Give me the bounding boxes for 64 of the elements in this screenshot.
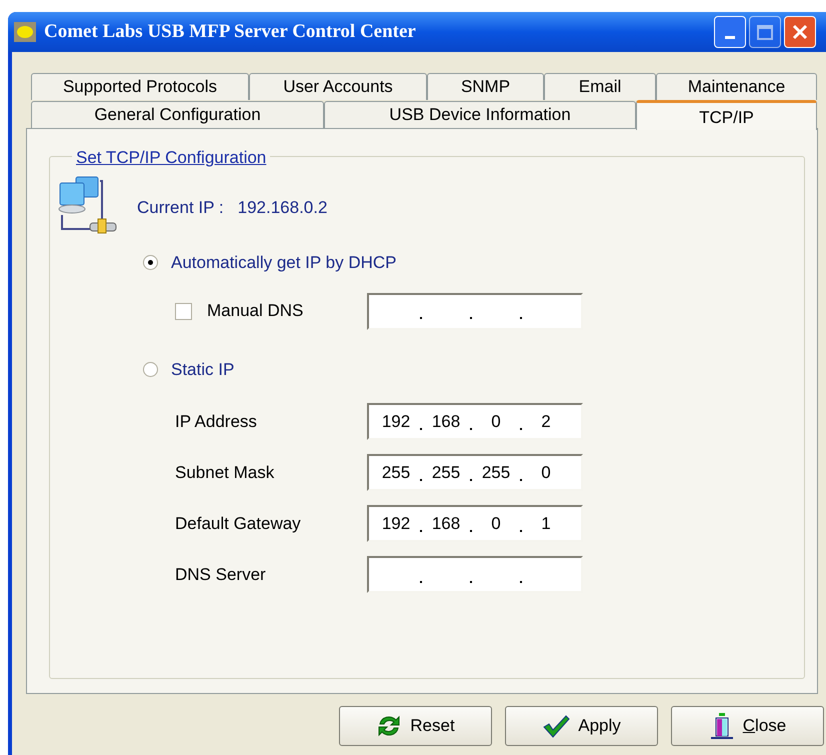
octet-value: 2 [540, 410, 552, 433]
octet-value: 255 [430, 462, 462, 484]
window-title: Comet Labs USB MFP Server Control Center [44, 20, 416, 44]
octet-value: 192 [380, 410, 412, 433]
dot-separator-icon [520, 580, 522, 582]
octet-value: 0 [490, 512, 502, 535]
octet-value: 192 [380, 512, 412, 535]
field-label: Default Gateway [175, 512, 302, 535]
octet-value: 168 [430, 512, 462, 535]
tab[interactable]: USB Device Information [324, 101, 636, 128]
radio-button[interactable] [143, 362, 158, 377]
manual-dns-checkbox[interactable] [175, 302, 192, 320]
dot-separator-icon [470, 580, 472, 582]
current-ip-value: 192.168.0.2 [238, 197, 328, 219]
octet-value: 0 [490, 410, 502, 433]
maximize-button[interactable] [749, 16, 781, 48]
manual-dns-label: Manual DNS [207, 300, 304, 322]
octet-value: 0 [540, 462, 552, 484]
octet-value: 255 [380, 462, 412, 484]
ip-address-field[interactable]: 192 168 0 2 [367, 403, 583, 440]
octet-value: 255 [480, 462, 512, 484]
dot-separator-icon [470, 428, 472, 430]
static-ip-option-label: Static IP [171, 358, 234, 380]
dot-separator-icon [520, 317, 522, 319]
ip-address-field[interactable] [367, 292, 583, 330]
ip-address-field[interactable] [367, 556, 583, 593]
octet-value: 1 [540, 512, 552, 535]
minimize-button[interactable] [714, 16, 746, 48]
refresh-icon [376, 714, 402, 738]
field-label: IP Address [175, 410, 258, 433]
app-icon [14, 22, 36, 42]
dot-separator-icon [420, 317, 422, 319]
dot-separator-icon [520, 530, 522, 532]
tab[interactable]: TCP/IP [636, 100, 817, 130]
dialog-button[interactable]: Apply [505, 706, 658, 746]
tab[interactable]: Maintenance [656, 73, 817, 100]
close-icon [792, 24, 808, 40]
dialog-button[interactable]: Close [671, 706, 824, 746]
dot-separator-icon [520, 428, 522, 430]
dot-separator-icon [420, 580, 422, 582]
ip-address-field[interactable]: 192 168 0 1 [367, 505, 583, 542]
dhcp-option-label: Automatically get IP by DHCP [171, 252, 396, 274]
door-exit-icon [708, 712, 735, 740]
dot-separator-icon [470, 530, 472, 532]
current-ip-label: Current IP : [137, 197, 224, 219]
octet-value: 168 [430, 410, 462, 433]
check-icon [542, 714, 570, 738]
tab[interactable]: Supported Protocols [31, 73, 249, 100]
close-window-button[interactable] [784, 16, 816, 48]
tab[interactable]: Email [544, 73, 656, 100]
field-label: Subnet Mask [175, 462, 276, 484]
dialog-button[interactable]: Reset [339, 706, 492, 746]
ip-address-field[interactable]: 255 255 255 0 [367, 454, 583, 491]
dot-separator-icon [420, 478, 422, 480]
field-label: DNS Server [175, 564, 267, 586]
tab[interactable]: General Configuration [31, 101, 324, 128]
dot-separator-icon [520, 478, 522, 480]
dot-separator-icon [420, 428, 422, 430]
tab[interactable]: User Accounts [249, 73, 427, 100]
dot-separator-icon [470, 317, 472, 319]
tab[interactable]: SNMP [427, 73, 544, 100]
dot-separator-icon [420, 530, 422, 532]
radio-button[interactable] [143, 255, 158, 270]
dot-separator-icon [470, 478, 472, 480]
